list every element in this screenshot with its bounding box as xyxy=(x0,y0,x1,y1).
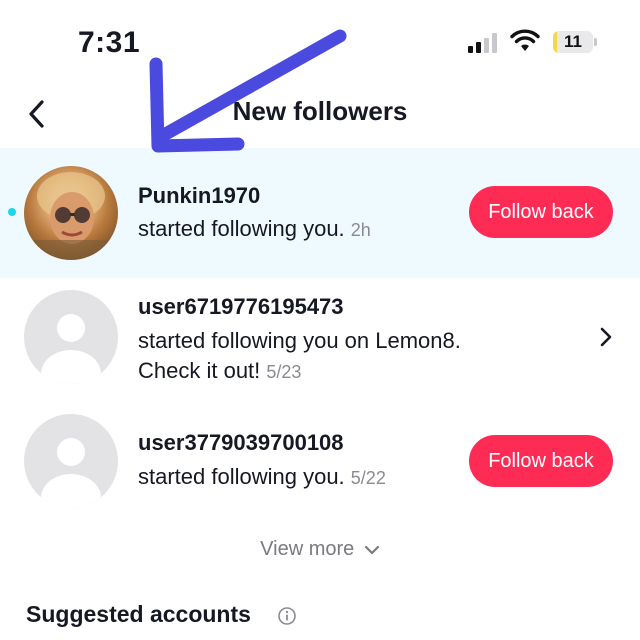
default-avatar-icon xyxy=(41,438,101,508)
status-time: 7:31 xyxy=(78,26,141,59)
chevron-right-icon[interactable] xyxy=(596,326,616,348)
follow-back-button[interactable]: Follow back xyxy=(469,435,613,487)
follow-action-text: started following you on Lemon8. xyxy=(138,328,461,353)
follow-action-text: started following you. xyxy=(138,216,345,241)
follow-back-button[interactable]: Follow back xyxy=(469,186,613,238)
section-title: Suggested accounts xyxy=(26,601,251,627)
follower-description: started following you on Lemon8. Check i… xyxy=(138,326,518,387)
follower-username[interactable]: Punkin1970 xyxy=(138,183,260,209)
follow-action-text: started following you. xyxy=(138,464,345,489)
view-more-label: View more xyxy=(260,538,355,560)
follower-description: started following you. 2h xyxy=(138,214,518,245)
time-ago: 5/22 xyxy=(350,468,386,488)
page-title: New followers xyxy=(232,96,408,126)
follow-action-text-line2: Check it out! xyxy=(138,358,261,383)
default-avatar-icon xyxy=(41,314,101,384)
time-ago: 2h xyxy=(350,220,371,240)
follower-description: started following you. 5/22 xyxy=(138,462,518,493)
avatar[interactable] xyxy=(24,290,118,384)
avatar[interactable] xyxy=(24,166,118,260)
cellular-signal-icon xyxy=(468,33,497,53)
follower-username[interactable]: user6719776195473 xyxy=(138,294,344,320)
status-bar: 7:31 11 xyxy=(0,0,640,86)
battery-body: 11 xyxy=(553,31,593,53)
info-icon[interactable] xyxy=(277,606,297,626)
follower-row[interactable]: user3779039700108 started following you.… xyxy=(0,396,640,526)
unread-indicator xyxy=(8,208,16,216)
battery-level: 11 xyxy=(564,32,582,51)
view-more-button[interactable]: View more xyxy=(0,538,640,561)
time-ago: 5/23 xyxy=(266,362,302,382)
battery-indicator: 11 xyxy=(553,31,597,53)
follower-row[interactable]: Punkin1970 started following you. 2h Fol… xyxy=(0,148,640,278)
chevron-down-icon xyxy=(364,545,379,554)
battery-cap xyxy=(594,38,597,46)
follower-row[interactable]: user6719776195473 started following you … xyxy=(0,272,640,402)
header: New followers xyxy=(0,86,640,142)
wifi-icon xyxy=(510,29,540,51)
follower-username[interactable]: user3779039700108 xyxy=(138,430,344,456)
avatar[interactable] xyxy=(24,414,118,508)
avatar-photo xyxy=(24,172,118,260)
